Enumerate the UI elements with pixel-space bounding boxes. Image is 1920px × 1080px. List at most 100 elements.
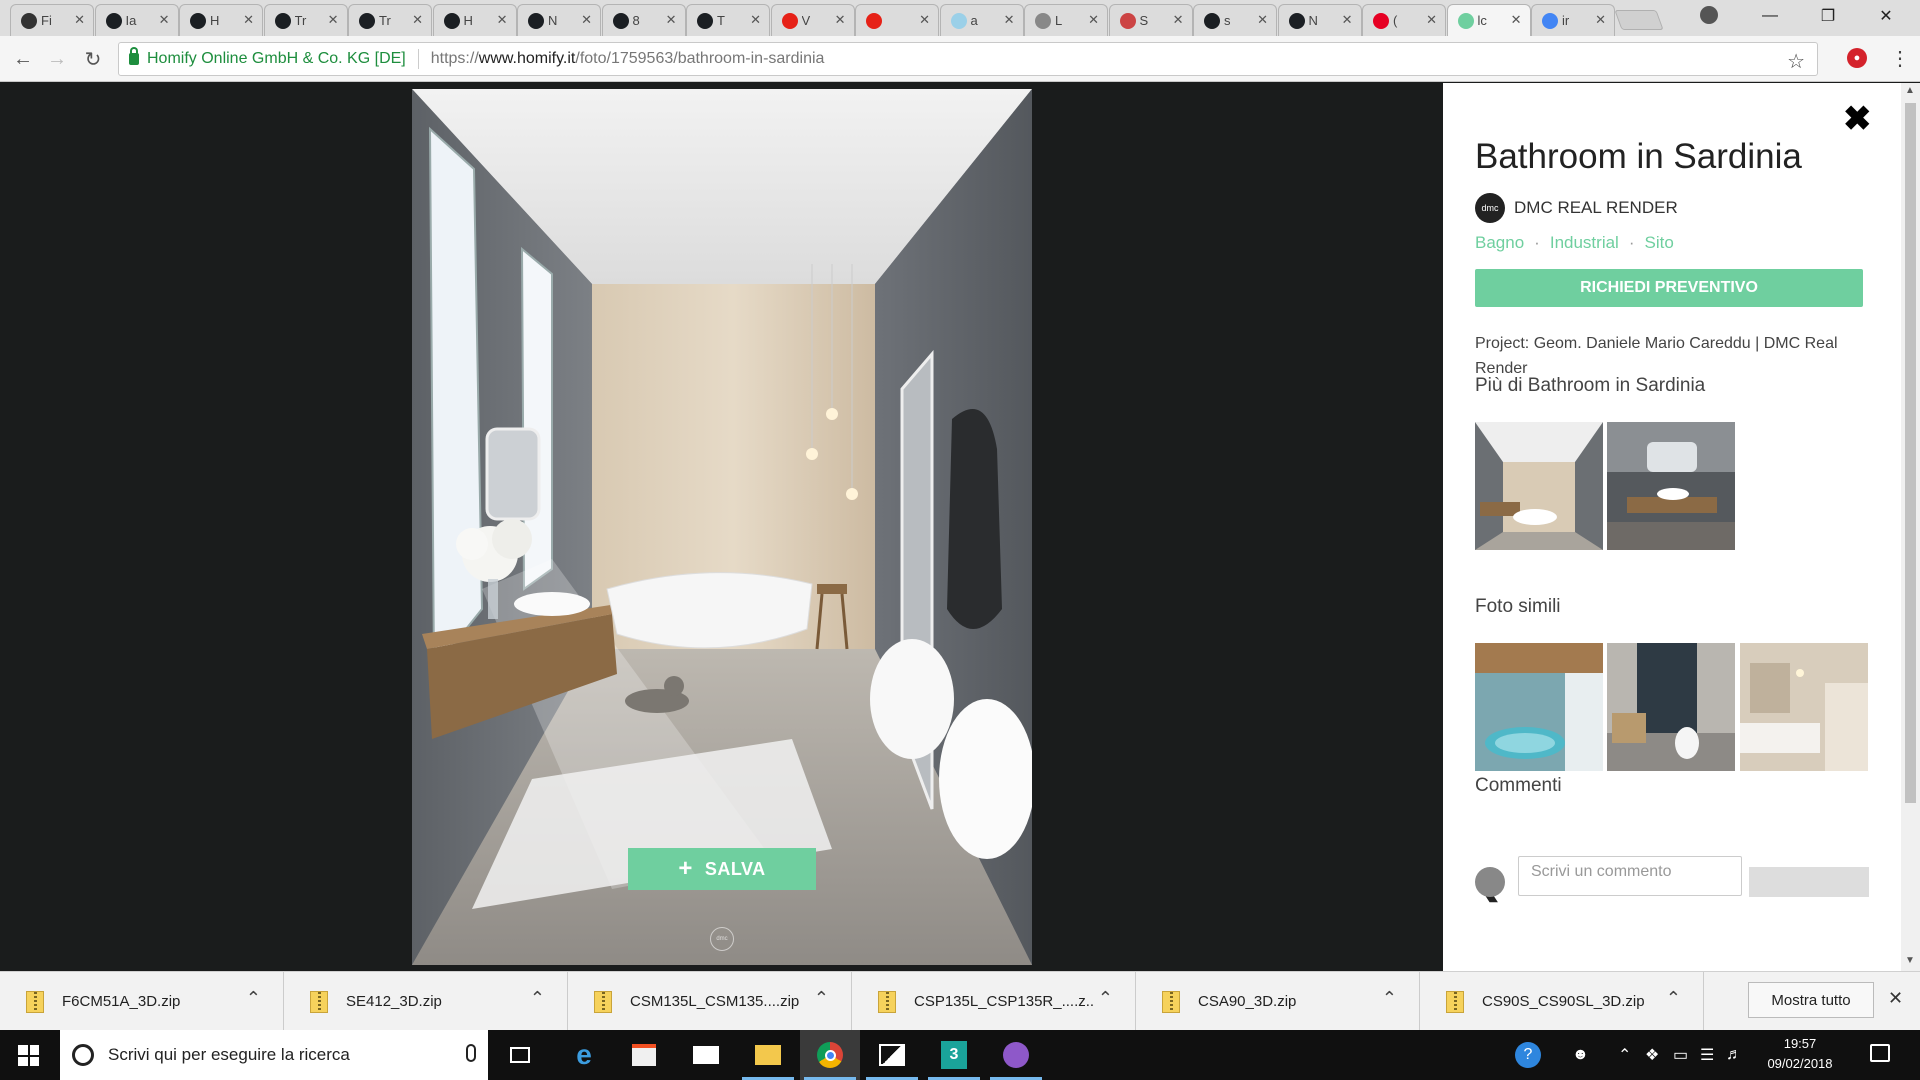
close-tab-icon[interactable]: ✕ — [666, 12, 677, 28]
taskbar-search[interactable]: Scrivi qui per eseguire la ricerca — [60, 1030, 488, 1080]
system-clock[interactable]: 19:57 09/02/2018 — [1750, 1034, 1850, 1074]
chevron-up-icon[interactable]: ⌃ — [1666, 988, 1681, 1009]
browser-tab[interactable]: ir ✕ — [1531, 4, 1615, 36]
comment-input[interactable]: Scrivi un commento — [1518, 856, 1742, 896]
close-tab-icon[interactable]: ✕ — [1342, 12, 1353, 28]
chrome-icon[interactable] — [800, 1030, 860, 1080]
file-explorer-icon[interactable] — [738, 1030, 798, 1080]
close-tab-icon[interactable]: ✕ — [497, 12, 508, 28]
browser-tab[interactable]: (✕ — [1362, 4, 1446, 36]
page-scrollbar[interactable]: ▲ ▼ — [1901, 83, 1920, 971]
task-view-icon[interactable] — [490, 1030, 550, 1080]
reload-icon[interactable]: ↻ — [80, 46, 106, 72]
battery-icon[interactable]: ▭ — [1673, 1030, 1688, 1080]
dropbox-icon[interactable]: ❖ — [1645, 1030, 1659, 1080]
scroll-up-icon[interactable]: ▲ — [1905, 85, 1915, 96]
browser-tab[interactable]: H ✕ — [432, 4, 517, 36]
browser-tab[interactable]: H ✕ — [179, 4, 263, 36]
tag-industrial[interactable]: Industrial — [1550, 233, 1619, 253]
github-desktop-icon[interactable] — [986, 1030, 1046, 1080]
browser-tab[interactable]: N ✕ — [1277, 4, 1362, 36]
browser-tab[interactable]: T ✕ — [686, 4, 770, 36]
download-item[interactable]: CSP135L_CSP135R_....z... ⌃ — [852, 972, 1136, 1031]
close-icon[interactable]: ✖ — [1843, 99, 1872, 139]
close-tab-icon[interactable]: ✕ — [919, 12, 930, 28]
browser-tab[interactable]: 8 ✕ — [601, 4, 686, 36]
avatar[interactable]: dmc — [1475, 193, 1505, 223]
author[interactable]: dmc DMC REAL RENDER — [1475, 193, 1678, 223]
close-tab-icon[interactable]: ✕ — [328, 12, 339, 28]
bathroom-photo[interactable]: + SALVA dmc — [412, 89, 1032, 965]
scroll-down-icon[interactable]: ▼ — [1905, 955, 1915, 966]
browser-tab[interactable]: N ✕ — [517, 4, 601, 36]
people-icon[interactable]: ☻ — [1572, 1030, 1589, 1080]
volume-icon[interactable]: ♬ — [1726, 1030, 1742, 1080]
tray-overflow-icon[interactable]: ⌃ — [1618, 1030, 1631, 1080]
store-icon[interactable] — [614, 1030, 674, 1080]
show-all-downloads-button[interactable]: Mostra tutto — [1748, 982, 1874, 1018]
close-tab-icon[interactable]: ✕ — [1426, 12, 1437, 28]
close-tab-icon[interactable]: ✕ — [243, 12, 254, 28]
more-photo-thumbnail-2[interactable] — [1607, 422, 1735, 550]
save-button[interactable]: + SALVA — [628, 848, 816, 890]
browser-tab[interactable]: Tr ✕ — [263, 4, 348, 36]
similar-photo-thumbnail-1[interactable] — [1475, 643, 1603, 771]
windows-start-icon[interactable] — [18, 1045, 39, 1066]
forward-icon[interactable]: → — [44, 46, 70, 72]
restore-icon[interactable]: ❐ — [1802, 0, 1854, 32]
scroll-thumb[interactable] — [1905, 103, 1916, 803]
close-tab-icon[interactable]: ✕ — [1257, 12, 1268, 28]
close-tab-icon[interactable]: ✕ — [1595, 12, 1606, 28]
browser-tab[interactable]: S ✕ — [1108, 4, 1193, 36]
close-tab-icon[interactable]: ✕ — [1004, 12, 1015, 28]
download-item[interactable]: CS90S_CS90SL_3D.zip ⌃ — [1420, 972, 1704, 1031]
3dsmax-icon[interactable]: 3 — [924, 1030, 984, 1080]
browser-tab[interactable]: ✕ — [855, 4, 939, 36]
help-icon[interactable]: ? — [1515, 1030, 1541, 1080]
chevron-up-icon[interactable]: ⌃ — [530, 988, 545, 1009]
close-tab-icon[interactable]: ✕ — [159, 12, 170, 28]
comment-submit-button[interactable] — [1749, 867, 1869, 897]
microphone-icon[interactable] — [466, 1044, 476, 1062]
chevron-up-icon[interactable]: ⌃ — [1098, 988, 1113, 1009]
browser-tab[interactable]: V ✕ — [770, 4, 855, 36]
mail-icon[interactable] — [676, 1030, 736, 1080]
browser-tab[interactable]: Ia ✕ — [94, 4, 179, 36]
bookmark-star-icon[interactable]: ☆ — [1787, 49, 1805, 74]
close-tab-icon[interactable]: ✕ — [1173, 12, 1184, 28]
close-tab-icon[interactable]: ✕ — [1511, 12, 1522, 28]
close-tab-icon[interactable]: ✕ — [412, 12, 423, 28]
browser-tab[interactable]: a ✕ — [939, 4, 1024, 36]
tag-sito[interactable]: Sito — [1645, 233, 1674, 253]
close-tab-icon[interactable]: ✕ — [835, 12, 846, 28]
browser-tab[interactable]: lc ✕ — [1446, 4, 1531, 36]
download-item[interactable]: F6CM51A_3D.zip ⌃ — [0, 972, 284, 1031]
new-tab-button[interactable] — [1614, 10, 1664, 30]
browser-tab[interactable]: s ✕ — [1193, 4, 1277, 36]
browser-tab[interactable]: L ✕ — [1024, 4, 1108, 36]
action-center-icon[interactable] — [1870, 1044, 1890, 1062]
edge-icon[interactable]: e — [554, 1030, 614, 1080]
back-icon[interactable]: ← — [10, 46, 36, 72]
browser-tab[interactable]: Tr ✕ — [348, 4, 432, 36]
more-photo-thumbnail-1[interactable] — [1475, 422, 1603, 550]
similar-photo-thumbnail-3[interactable] — [1740, 643, 1868, 771]
close-tab-icon[interactable]: ✕ — [750, 12, 761, 28]
author-name[interactable]: DMC REAL RENDER — [1514, 198, 1678, 218]
close-tab-icon[interactable]: ✕ — [74, 12, 85, 28]
download-item[interactable]: CSA90_3D.zip ⌃ — [1136, 972, 1420, 1031]
download-item[interactable]: CSM135L_CSM135....zip ⌃ — [568, 972, 852, 1031]
close-downloads-icon[interactable]: ✕ — [1888, 988, 1903, 1009]
profile-icon[interactable] — [1700, 6, 1718, 24]
site-identity[interactable]: Homify Online GmbH & Co. KG [DE] — [147, 50, 406, 68]
minimize-icon[interactable]: — — [1744, 0, 1796, 32]
close-tab-icon[interactable]: ✕ — [581, 12, 592, 28]
browser-tab[interactable]: Fi ✕ — [10, 4, 94, 36]
request-quote-button[interactable]: RICHIEDI PREVENTIVO — [1475, 269, 1863, 307]
chevron-up-icon[interactable]: ⌃ — [814, 988, 829, 1009]
close-window-icon[interactable]: ✕ — [1860, 0, 1912, 32]
chevron-up-icon[interactable]: ⌃ — [246, 988, 261, 1009]
chevron-up-icon[interactable]: ⌃ — [1382, 988, 1397, 1009]
wifi-icon[interactable]: ☰ — [1700, 1030, 1714, 1080]
close-tab-icon[interactable]: ✕ — [1088, 12, 1099, 28]
